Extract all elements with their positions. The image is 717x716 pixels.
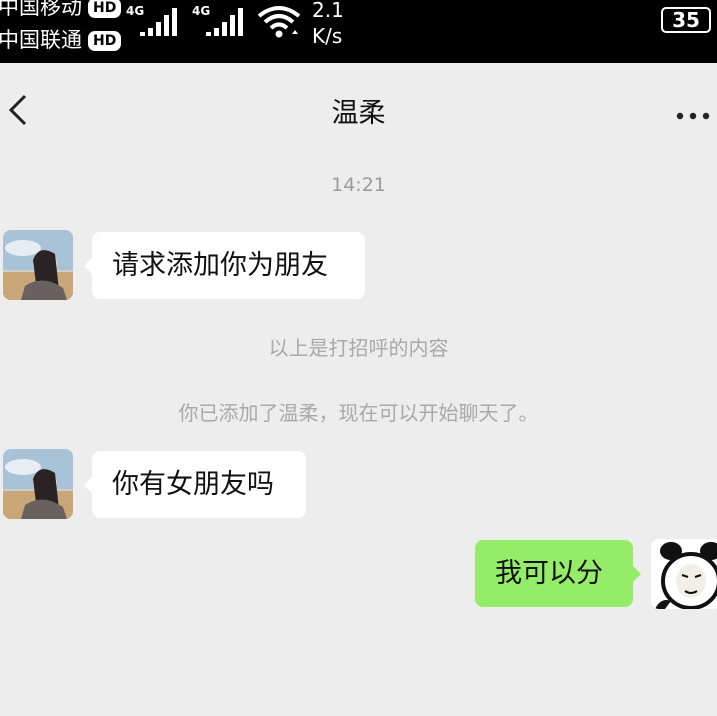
carrier-1: 中国移动 HD xyxy=(0,0,122,19)
incoming-message[interactable]: 你有女朋友吗 xyxy=(84,451,306,518)
carrier-2: 中国联通 HD xyxy=(0,28,122,52)
system-notice: 以上是打招呼的内容 xyxy=(268,336,449,360)
message-timestamp: 14:21 xyxy=(331,174,386,196)
battery-indicator: 35 xyxy=(661,7,711,33)
battery-level: 35 xyxy=(672,8,700,32)
user-avatar[interactable] xyxy=(651,539,717,609)
message-text: 请求添加你为朋友 xyxy=(112,250,328,281)
incoming-message[interactable]: 请求添加你为朋友 xyxy=(84,232,365,299)
carrier-1-name: 中国移动 xyxy=(0,0,82,19)
speed-value: 2.1 xyxy=(312,0,344,22)
contact-avatar[interactable] xyxy=(3,230,73,300)
chat-header: 温柔 xyxy=(0,63,717,155)
status-bar: 中国移动 HD 中国联通 HD 4G 4G 2.1 K/s 35 xyxy=(0,0,717,63)
message-text: 你有女朋友吗 xyxy=(112,469,274,500)
more-horizontal-icon[interactable] xyxy=(676,105,710,124)
wifi-icon xyxy=(256,4,302,42)
outgoing-message[interactable]: 我可以分 xyxy=(475,540,641,607)
contact-avatar[interactable] xyxy=(3,449,73,519)
carrier-2-name: 中国联通 xyxy=(0,28,82,52)
hd-badge: HD xyxy=(88,0,122,18)
network-speed: 2.1 K/s xyxy=(312,0,344,48)
hd-badge: HD xyxy=(88,31,122,51)
speed-unit: K/s xyxy=(312,24,343,48)
message-text: 我可以分 xyxy=(495,558,603,589)
chat-title: 温柔 xyxy=(331,98,386,129)
system-notice: 你已添加了温柔，现在可以开始聊天了。 xyxy=(178,401,539,425)
